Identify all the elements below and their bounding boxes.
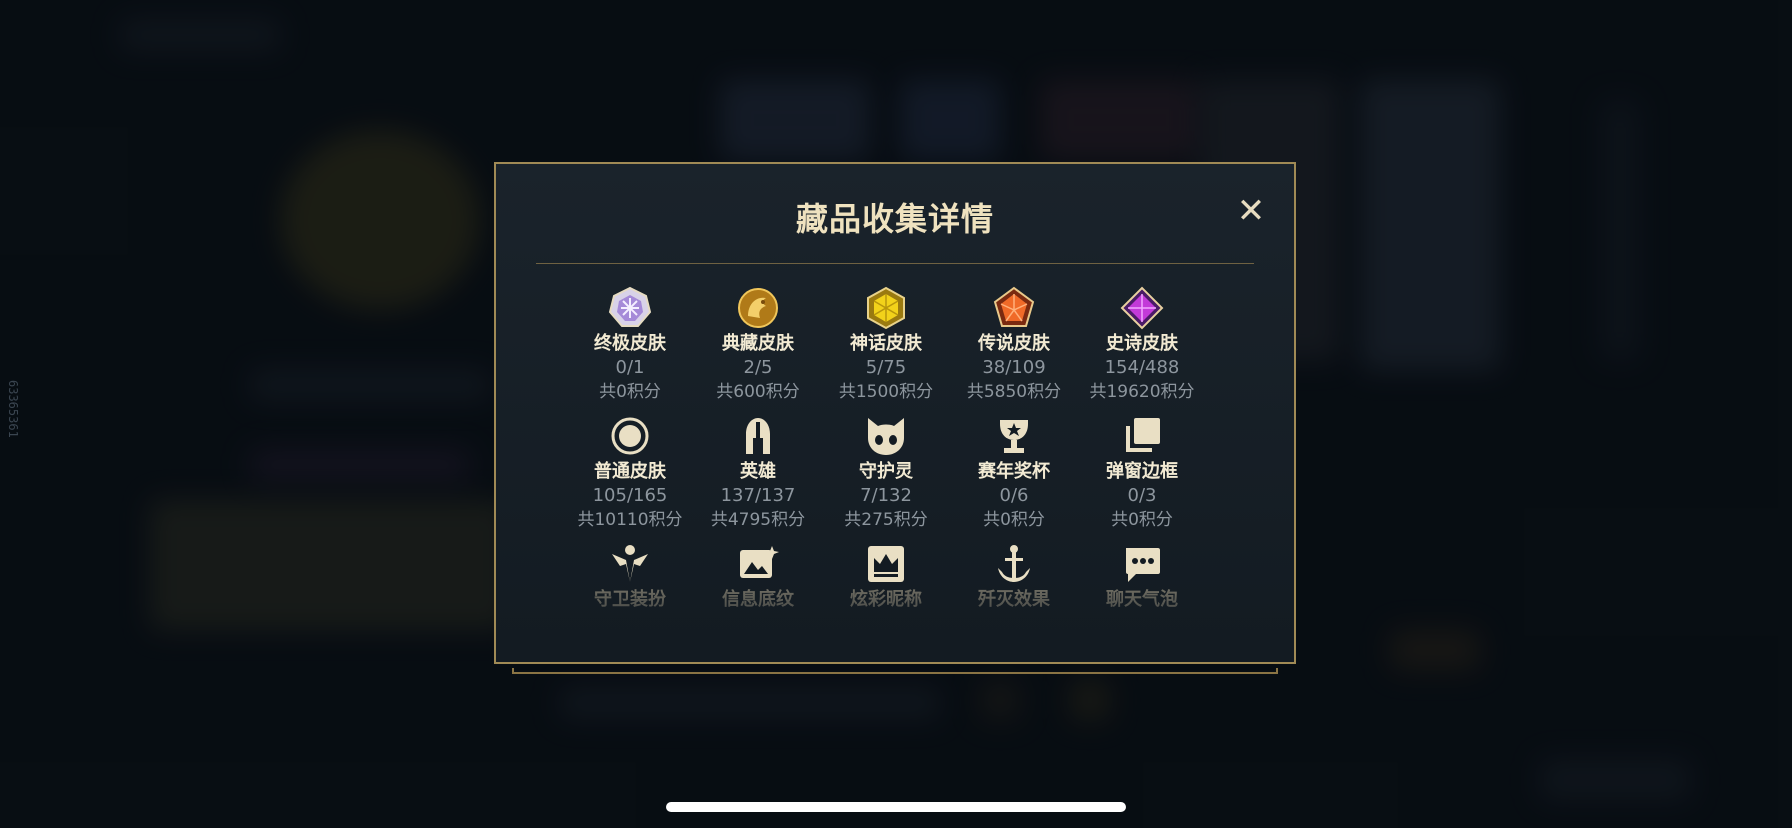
- collection-details-modal: 藏品收集详情 ✕ 终极皮肤 0/1 共0积分 典藏皮肤 2/5 共600积分 神…: [494, 162, 1296, 664]
- item-count: 105/165: [592, 485, 668, 506]
- collection-item-epic-skins[interactable]: 史诗皮肤 154/488 共19620积分: [1072, 286, 1212, 404]
- item-name: 赛年奖杯: [978, 461, 1050, 482]
- item-name: 聊天气泡: [1106, 589, 1178, 610]
- guardian-icon: [868, 418, 904, 455]
- item-count: 7/132: [860, 485, 912, 506]
- collection-item-chat-bubbles[interactable]: 聊天气泡: [1072, 542, 1212, 612]
- ward-icon: [612, 545, 648, 582]
- item-count: 0/1: [615, 357, 645, 378]
- item-count: 2/5: [743, 357, 773, 378]
- item-points: 共0积分: [983, 510, 1045, 530]
- item-name: 信息底纹: [722, 589, 794, 610]
- item-points: 共0积分: [599, 382, 661, 402]
- epic-skin-icon: [1120, 286, 1164, 330]
- item-name: 普通皮肤: [594, 461, 666, 482]
- item-name: 神话皮肤: [850, 333, 922, 354]
- modal-frame-underline: [512, 668, 1278, 674]
- banner-icon: [740, 546, 779, 578]
- item-count: 38/109: [982, 357, 1046, 378]
- anchor-icon: [998, 545, 1030, 582]
- item-count: 137/137: [720, 485, 796, 506]
- item-name: 守护灵: [859, 461, 913, 482]
- collection-item-champions[interactable]: 英雄 137/137 共4795积分: [688, 414, 828, 532]
- collection-item-popup-frames[interactable]: 弹窗边框 0/3 共0积分: [1072, 414, 1212, 532]
- collection-item-standard-skins[interactable]: 普通皮肤 105/165 共10110积分: [560, 414, 700, 532]
- item-name: 典藏皮肤: [722, 333, 794, 354]
- collection-item-elimination-effects[interactable]: 歼灭效果: [944, 542, 1084, 612]
- collection-item-colorful-nicknames[interactable]: 炫彩昵称: [816, 542, 956, 612]
- item-count: 0/3: [1127, 485, 1157, 506]
- item-points: 共19620积分: [1089, 382, 1195, 402]
- item-points: 共10110积分: [577, 510, 683, 530]
- item-name: 史诗皮肤: [1106, 333, 1178, 354]
- item-name: 传说皮肤: [978, 333, 1050, 354]
- item-count: 5/75: [865, 357, 907, 378]
- home-indicator[interactable]: [666, 802, 1126, 812]
- collection-grid: 终极皮肤 0/1 共0积分 典藏皮肤 2/5 共600积分 神话皮肤 5/75 …: [496, 164, 1294, 662]
- item-points: 共275积分: [844, 510, 928, 530]
- item-points: 共4795积分: [710, 510, 806, 530]
- crown-icon: [868, 546, 904, 582]
- collector-skin-icon: [738, 288, 778, 328]
- trophy-icon: [1000, 420, 1028, 453]
- helmet-icon: [746, 418, 770, 454]
- item-count: 154/488: [1104, 357, 1180, 378]
- collection-item-info-banners[interactable]: 信息底纹: [688, 542, 828, 612]
- legendary-skin-icon: [993, 286, 1035, 327]
- chat-bubble-icon: [1126, 548, 1160, 582]
- frames-icon: [1126, 418, 1160, 452]
- mythic-skin-icon: [867, 286, 905, 330]
- item-points: 共5850积分: [966, 382, 1062, 402]
- item-points: 共1500积分: [838, 382, 934, 402]
- item-name: 歼灭效果: [978, 589, 1050, 610]
- standard-skin-icon: [611, 417, 649, 455]
- item-points: 共600积分: [716, 382, 800, 402]
- collection-item-collector-skins[interactable]: 典藏皮肤 2/5 共600积分: [688, 286, 828, 404]
- item-name: 终极皮肤: [594, 333, 666, 354]
- collection-item-legendary-skins[interactable]: 传说皮肤 38/109 共5850积分: [944, 286, 1084, 404]
- collection-item-season-trophies[interactable]: 赛年奖杯 0/6 共0积分: [944, 414, 1084, 532]
- collection-item-ultimate-skins[interactable]: 终极皮肤 0/1 共0积分: [560, 286, 700, 404]
- collection-item-mythic-skins[interactable]: 神话皮肤 5/75 共1500积分: [816, 286, 956, 404]
- item-name: 炫彩昵称: [850, 589, 922, 610]
- item-count: 0/6: [999, 485, 1029, 506]
- item-points: 共0积分: [1111, 510, 1173, 530]
- collection-item-ward-skins[interactable]: 守卫装扮: [560, 542, 700, 612]
- item-name: 英雄: [740, 461, 776, 482]
- item-name: 守卫装扮: [594, 589, 666, 610]
- ultimate-skin-icon: [608, 286, 652, 327]
- item-name: 弹窗边框: [1106, 461, 1178, 482]
- player-id-text: 63365361: [6, 380, 20, 438]
- collection-item-guardians[interactable]: 守护灵 7/132 共275积分: [816, 414, 956, 532]
